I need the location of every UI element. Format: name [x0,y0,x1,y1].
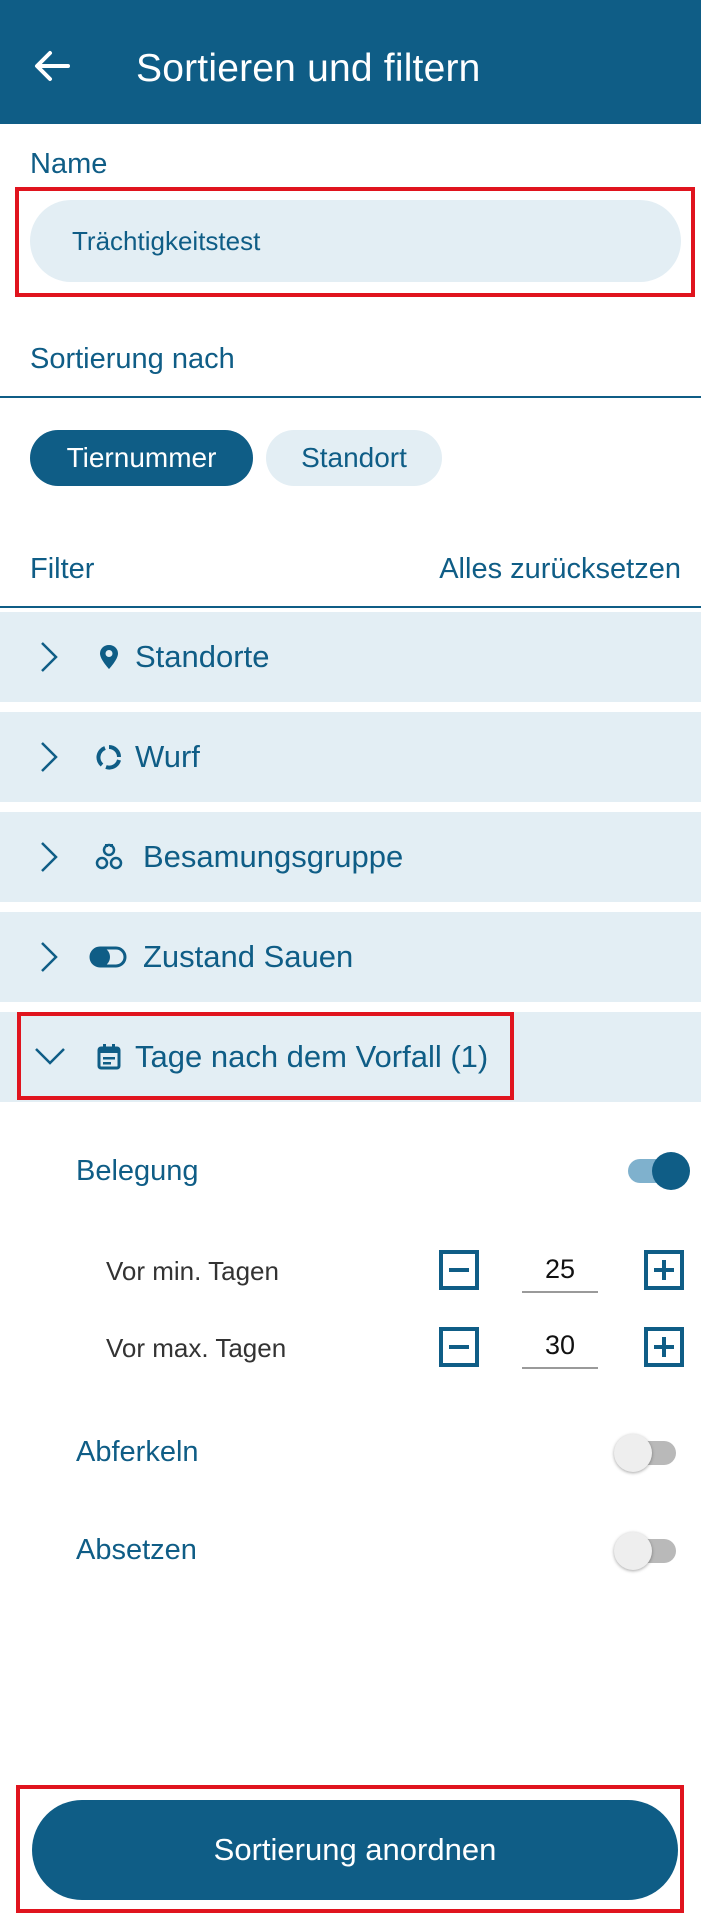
section-label: Standorte [135,639,270,674]
reset-all-link[interactable]: Alles zurücksetzen [439,553,681,586]
section-label: Besamungsgruppe [143,839,404,874]
section-label: Wurf [135,739,200,774]
minus-icon [449,1345,469,1349]
sorting-divider [0,396,701,398]
abferkeln-label: Abferkeln [76,1436,199,1468]
page-title: Sortieren und filtern [136,47,481,90]
abferkeln-toggle[interactable] [614,1428,676,1478]
filter-section-zustand-sauen[interactable]: Zustand Sauen [0,912,701,1002]
circle-arrows-icon [96,745,121,770]
filter-label: Filter [30,553,95,585]
filter-section-standorte[interactable]: Standorte [0,612,701,702]
plus-icon-v [662,1260,666,1280]
name-label: Name [30,148,108,180]
plus-icon-v [662,1337,666,1357]
filter-divider [0,606,701,608]
belegung-toggle[interactable] [628,1146,690,1196]
toggle-knob [614,1532,652,1570]
sorting-label: Sortierung nach [30,343,235,375]
location-pin-icon [100,645,118,669]
absetzen-label: Absetzen [76,1534,197,1566]
highlight-tage-section [17,1012,514,1100]
section-label: Zustand Sauen [143,939,354,974]
highlight-apply-button [16,1785,684,1913]
min-days-increment-button[interactable] [644,1250,684,1290]
min-days-input[interactable]: 25 [522,1249,598,1293]
chevron-right-icon [41,842,58,872]
app-bar: Sortieren und filtern [0,0,701,124]
sort-chip-tiernummer[interactable]: Tiernummer [30,430,253,486]
chevron-right-icon [41,742,58,772]
min-days-label: Vor min. Tagen [106,1256,279,1286]
sort-chip-standort[interactable]: Standort [266,430,442,486]
min-days-decrement-button[interactable] [439,1250,479,1290]
minus-icon [449,1268,469,1272]
absetzen-toggle[interactable] [614,1526,676,1576]
belegung-label: Belegung [76,1155,199,1187]
chevron-right-icon [41,642,58,672]
filter-section-besamungsgruppe[interactable]: Besamungsgruppe [0,812,701,902]
max-days-label: Vor max. Tagen [106,1333,287,1363]
arrow-left-icon[interactable] [30,44,74,88]
highlight-name-field [15,187,695,297]
toggle-knob [652,1152,690,1190]
max-days-input[interactable]: 30 [522,1325,598,1369]
chevron-right-icon [41,942,58,972]
filter-section-wurf[interactable]: Wurf [0,712,701,802]
pig-group-icon [95,843,123,870]
toggle-status-icon [89,946,127,968]
toggle-knob [614,1434,652,1472]
max-days-decrement-button[interactable] [439,1327,479,1367]
max-days-increment-button[interactable] [644,1327,684,1367]
